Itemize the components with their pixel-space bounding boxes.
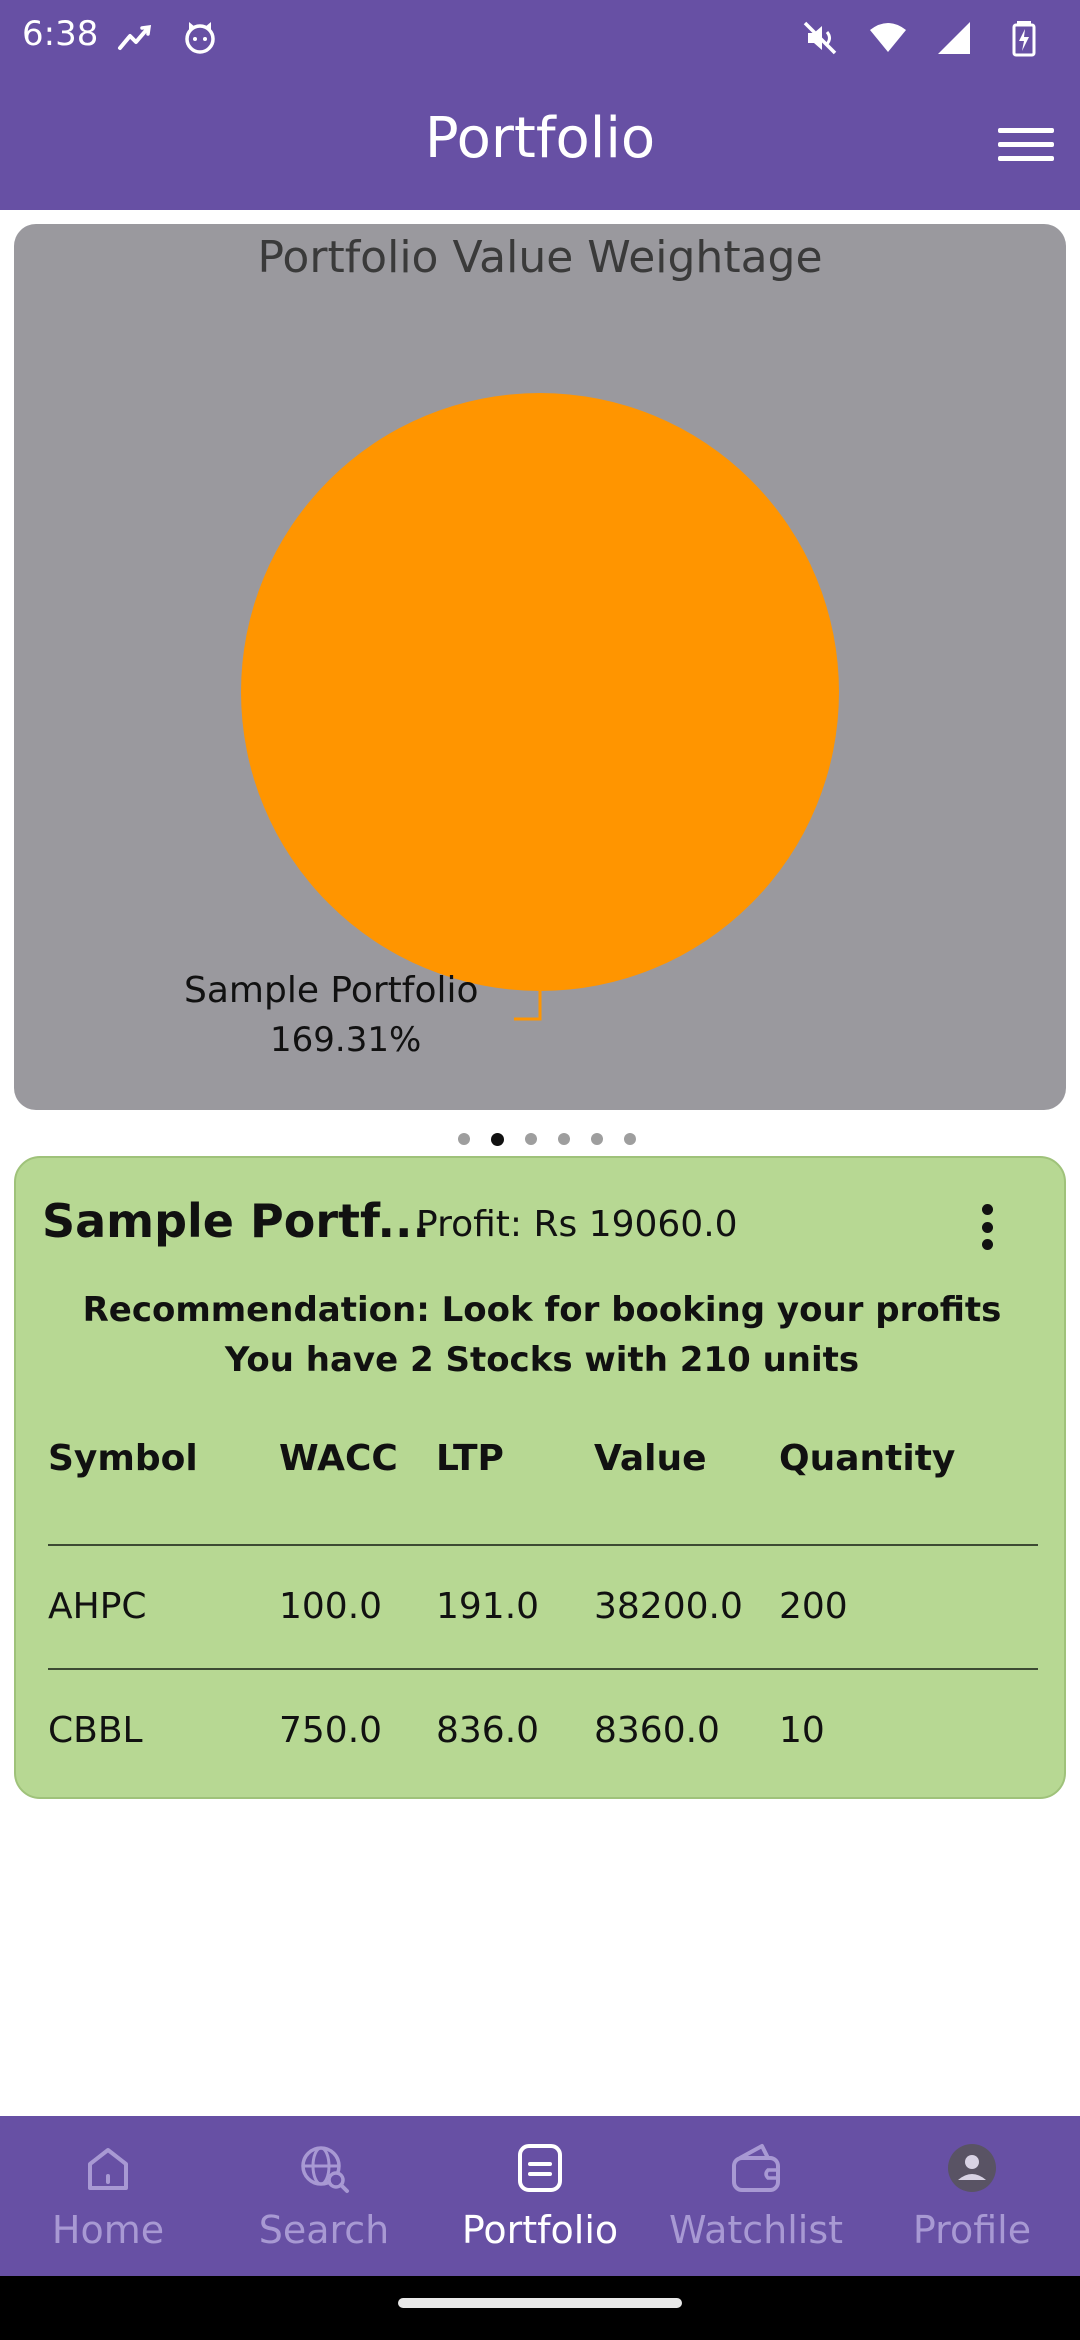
cell-quantity: 200 — [779, 1586, 848, 1627]
cell-ltp: 836.0 — [436, 1710, 540, 1751]
page-dot[interactable] — [558, 1133, 570, 1145]
cell-ltp: 191.0 — [436, 1586, 540, 1627]
gesture-navigation-bar — [0, 2276, 1080, 2340]
portfolio-icon — [518, 2144, 562, 2192]
portfolio-name: Sample Portf... — [42, 1194, 430, 1248]
cell-symbol: CBBL — [48, 1710, 143, 1751]
cell-wacc: 100.0 — [279, 1586, 383, 1627]
page-dot[interactable] — [491, 1133, 504, 1146]
nav-item-watchlist[interactable]: Watchlist — [648, 2116, 864, 2276]
page-title: Portfolio — [424, 106, 656, 171]
pie-slice[interactable] — [241, 393, 839, 991]
page-dot[interactable] — [591, 1133, 603, 1145]
cell-value: 38200.0 — [594, 1586, 743, 1627]
pie-chart-card[interactable]: Portfolio Value Weightage Sample Portfol… — [14, 224, 1066, 1110]
cell-symbol: AHPC — [48, 1586, 147, 1627]
bottom-navigation: Home Search Portfolio Watchlist Profile — [0, 2116, 1080, 2276]
status-time: 6:38 — [22, 14, 99, 54]
signal-icon — [938, 22, 970, 54]
pie-slice-percentage: 169.31% — [270, 1020, 422, 1060]
nav-label-search: Search — [258, 2208, 390, 2252]
stocks-summary: You have 2 Stocks with 210 units — [224, 1340, 860, 1380]
page-indicator — [0, 1133, 1080, 1146]
battery-icon — [1012, 21, 1036, 57]
pie-label-leader-line — [514, 991, 542, 1021]
nav-item-profile[interactable]: Profile — [864, 2116, 1080, 2276]
holdings-table: Symbol WACC LTP Value Quantity AHPC 100.… — [48, 1420, 1038, 1792]
table-row: AHPC 100.0 191.0 38200.0 200 — [48, 1546, 1038, 1668]
cat-app-icon — [185, 22, 215, 54]
page-dot[interactable] — [458, 1133, 470, 1145]
more-options-icon[interactable] — [980, 1204, 994, 1250]
nav-label-profile: Profile — [912, 2208, 1032, 2252]
home-icon — [88, 2148, 128, 2190]
mute-icon — [803, 21, 837, 55]
globe-search-icon — [301, 2146, 349, 2193]
nav-item-portfolio[interactable]: Portfolio — [432, 2116, 648, 2276]
pie-chart — [241, 393, 839, 1021]
column-header-value: Value — [594, 1438, 707, 1479]
cell-wacc: 750.0 — [279, 1710, 383, 1751]
nav-label-portfolio: Portfolio — [461, 2208, 619, 2252]
cell-value: 8360.0 — [594, 1710, 720, 1751]
nav-label-watchlist: Watchlist — [668, 2208, 844, 2252]
app-bar: Portfolio — [0, 76, 1080, 210]
nav-item-home[interactable]: Home — [0, 2116, 216, 2276]
status-right-icons — [800, 18, 1044, 58]
profile-icon — [948, 2144, 996, 2192]
table-row: CBBL 750.0 836.0 8360.0 10 — [48, 1670, 1038, 1792]
portfolio-card[interactable]: Sample Portf... Profit: Rs 19060.0 Recom… — [14, 1156, 1066, 1799]
portfolio-profit: Profit: Rs 19060.0 — [416, 1204, 738, 1245]
column-header-ltp: LTP — [436, 1438, 504, 1479]
column-header-quantity: Quantity — [779, 1438, 956, 1479]
wallet-icon — [732, 2144, 780, 2192]
column-header-wacc: WACC — [279, 1438, 398, 1479]
home-gesture-handle[interactable] — [398, 2298, 682, 2308]
status-bar: 6:38 — [0, 0, 1080, 76]
cell-quantity: 10 — [779, 1710, 825, 1751]
hamburger-menu-icon[interactable] — [998, 116, 1054, 172]
wifi-icon — [870, 23, 906, 52]
status-left-icons — [116, 18, 220, 58]
nav-item-search[interactable]: Search — [216, 2116, 432, 2276]
nav-label-home: Home — [51, 2208, 165, 2252]
page-dot[interactable] — [624, 1133, 636, 1145]
page-dot[interactable] — [525, 1133, 537, 1145]
pie-slice-label: Sample Portfolio — [184, 970, 479, 1011]
recommendation-text: Recommendation: Look for booking your pr… — [82, 1290, 1002, 1330]
column-header-symbol: Symbol — [48, 1438, 198, 1479]
stocks-app-icon — [118, 24, 152, 50]
table-header-row: Symbol WACC LTP Value Quantity — [48, 1420, 1038, 1544]
